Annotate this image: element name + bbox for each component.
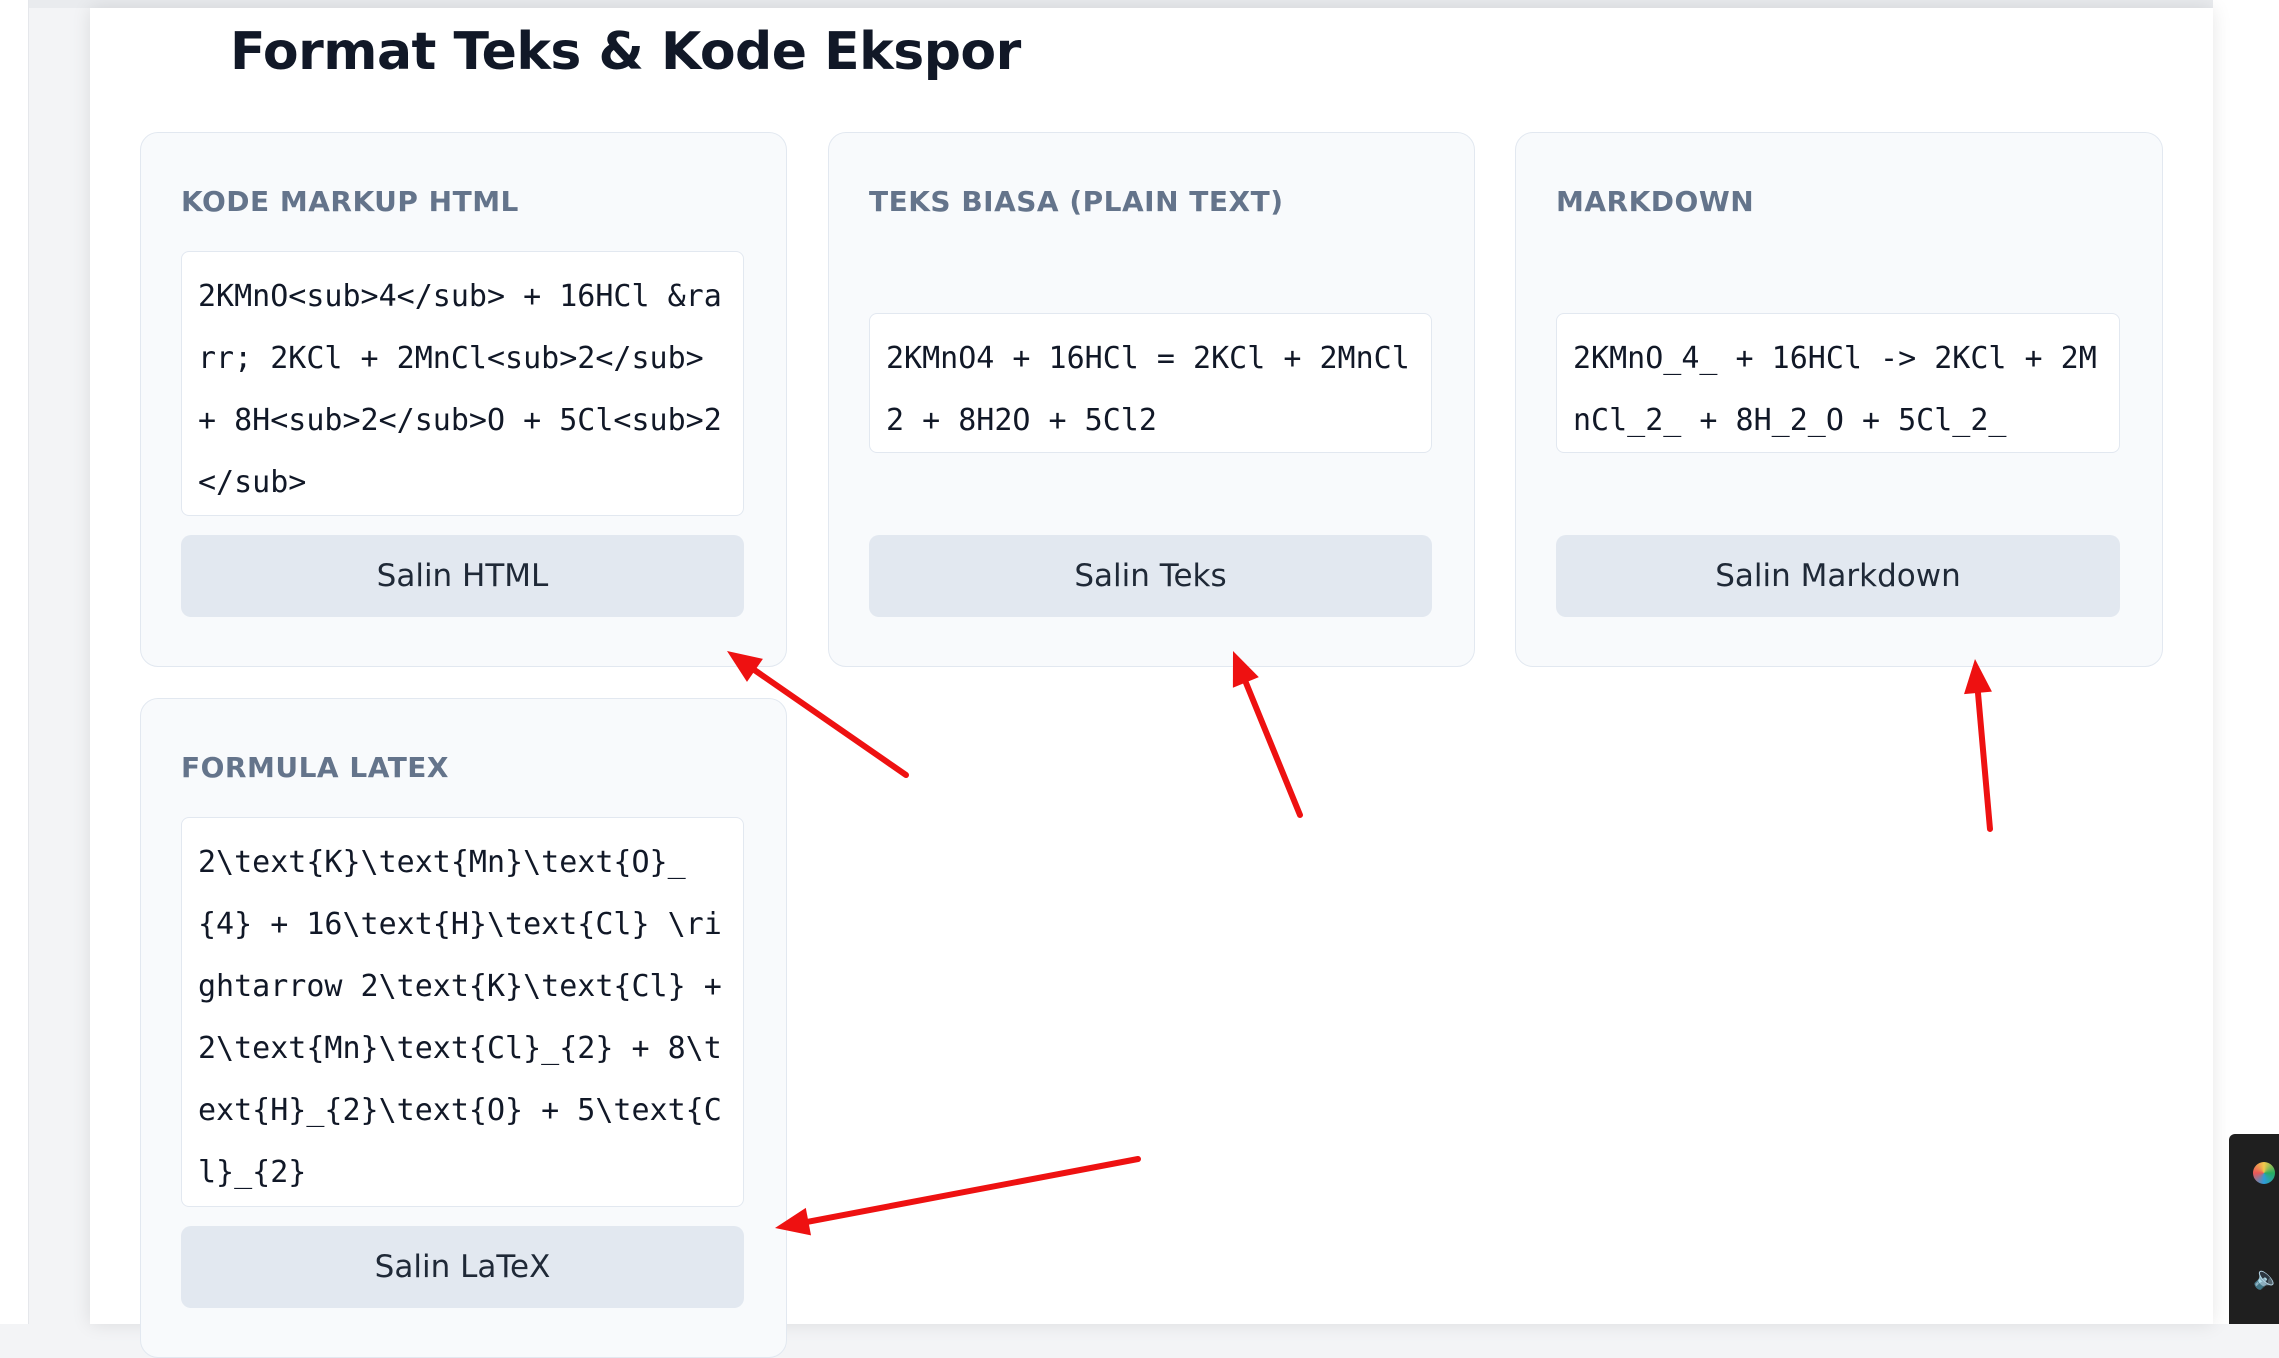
system-tray: 🔈: [2229, 1134, 2279, 1324]
copy-markdown-button[interactable]: Salin Markdown: [1556, 535, 2120, 617]
code-box-markdown[interactable]: 2KMnO_4_ + 16HCl -> 2KCl + 2MnCl_2_ + 8H…: [1556, 313, 2120, 453]
card-label-html: KODE MARKUP HTML: [181, 185, 519, 218]
code-box-html[interactable]: 2KMnO<sub>4</sub> + 16HCl &rarr; 2KCl + …: [181, 251, 744, 516]
code-box-latex[interactable]: 2\text{K}\text{Mn}\text{O}_{4} + 16\text…: [181, 817, 744, 1207]
card-label-markdown: MARKDOWN: [1556, 185, 1755, 218]
section-title: Format Teks & Kode Ekspor: [230, 22, 1021, 82]
card-latex: FORMULA LATEX 2\text{K}\text{Mn}\text{O}…: [140, 698, 787, 1358]
card-markdown: MARKDOWN 2KMnO_4_ + 16HCl -> 2KCl + 2MnC…: [1515, 132, 2163, 667]
right-gutter: [2213, 0, 2279, 1324]
card-label-latex: FORMULA LATEX: [181, 751, 450, 784]
page: Format Teks & Kode Ekspor KODE MARKUP HT…: [0, 0, 2279, 1358]
speaker-icon[interactable]: 🔈: [2253, 1266, 2279, 1291]
code-box-plain-text[interactable]: 2KMnO4 + 16HCl = 2KCl + 2MnCl2 + 8H2O + …: [869, 313, 1432, 453]
card-label-plain-text: TEKS BIASA (PLAIN TEXT): [869, 185, 1284, 218]
app-tray-icon[interactable]: [2253, 1162, 2275, 1184]
left-gutter: [0, 0, 29, 1324]
main-panel: Format Teks & Kode Ekspor KODE MARKUP HT…: [90, 8, 2213, 1358]
copy-html-button[interactable]: Salin HTML: [181, 535, 744, 617]
top-edge: [0, 0, 2279, 8]
card-html: KODE MARKUP HTML 2KMnO<sub>4</sub> + 16H…: [140, 132, 787, 667]
copy-text-button[interactable]: Salin Teks: [869, 535, 1432, 617]
copy-latex-button[interactable]: Salin LaTeX: [181, 1226, 744, 1308]
card-plain-text: TEKS BIASA (PLAIN TEXT) 2KMnO4 + 16HCl =…: [828, 132, 1475, 667]
